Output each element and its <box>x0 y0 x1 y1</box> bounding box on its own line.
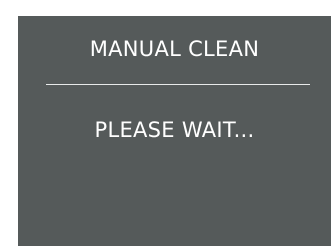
title-divider <box>46 84 310 85</box>
device-display-panel: MANUAL CLEAN PLEASE WAIT... <box>18 16 331 246</box>
screen-title: MANUAL CLEAN <box>89 37 260 61</box>
status-message: PLEASE WAIT... <box>94 118 255 142</box>
